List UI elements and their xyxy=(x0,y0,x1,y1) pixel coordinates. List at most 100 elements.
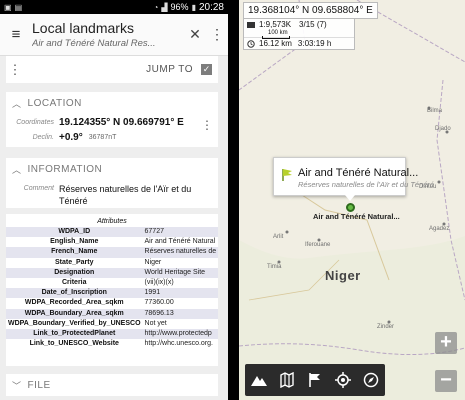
flag-icon xyxy=(281,168,293,187)
attribute-key: Link_to_UNESCO_Website xyxy=(6,339,143,350)
attribute-value: 77360.00 xyxy=(142,298,218,309)
place-label: Bilma xyxy=(427,108,443,114)
landmark-popup[interactable]: Air and Ténéré Natural... Réserves natur… xyxy=(273,157,434,196)
attribute-value: 78696.13 xyxy=(142,308,218,319)
declination-label: Declin. xyxy=(32,133,54,141)
table-row: Date_of_Inscription 1991 xyxy=(6,288,218,299)
file-header[interactable]: ﹀ FILE xyxy=(6,374,218,396)
popup-pointer xyxy=(345,195,355,201)
attribute-value: Réserves naturelles de xyxy=(142,247,218,258)
information-header[interactable]: ︿ INFORMATION xyxy=(6,158,218,180)
toolbar: ≡ Local landmarks Air and Ténéré Natural… xyxy=(0,14,228,56)
comment-value: Réserves naturelles de l'Aïr et du Ténér… xyxy=(59,184,192,206)
map-info-box[interactable]: 1:9,573K 3/15 (7) 100 km 16.12 km 3:03:1… xyxy=(243,18,355,50)
attribute-key: State_Party xyxy=(6,257,143,268)
overflow-menu-icon[interactable]: ⋮ xyxy=(201,118,213,132)
status-bar: ▣ ▤ ◔ ▟ 96% ▮ 20:28 xyxy=(0,0,228,14)
overflow-menu-icon[interactable]: ⋮ xyxy=(206,26,228,43)
close-icon[interactable]: ✕ xyxy=(184,26,206,43)
attribute-value: http://www.protectedp xyxy=(142,328,218,340)
table-row: State_Party Niger xyxy=(6,257,218,268)
table-row: English_Name Air and Ténéré Natural xyxy=(6,237,218,248)
attribute-key: French_Name xyxy=(6,247,143,258)
page-title: Local landmarks xyxy=(32,20,134,36)
place-label: Agadez xyxy=(429,226,450,232)
marker-label: Air and Ténéré Natural... xyxy=(313,212,400,221)
place-label: Zinder xyxy=(377,324,395,330)
file-header-label: FILE xyxy=(27,379,51,391)
location-header[interactable]: ︿ LOCATION xyxy=(6,92,218,114)
attribute-key: Criteria xyxy=(6,277,143,289)
map-coordinates[interactable]: 19.368104° N 09.658804° E xyxy=(243,2,378,19)
attribute-value: World Heritage Site xyxy=(142,267,218,278)
map-toolbar xyxy=(245,364,385,396)
declination-value: +0.9° xyxy=(59,131,83,143)
mountain-icon[interactable] xyxy=(248,369,270,391)
popup-subtitle: Réserves naturelles de l'Aïr et du Ténér… xyxy=(298,180,435,189)
app-screen: ▣ ▤ ◔ ▟ 96% ▮ 20:28 ≡ Local landmarks Ai… xyxy=(0,0,465,400)
place-label: Timia xyxy=(267,264,282,270)
place-label: Djado xyxy=(435,126,451,132)
information-section: ︿ INFORMATION Comment Réserves naturelle… xyxy=(6,158,218,208)
location-section: ︿ LOCATION Coordinates 19.124355° N 09.6… xyxy=(6,92,218,147)
page-count: 3/15 (7) xyxy=(299,20,327,29)
table-row: WDPA_ID 67727 xyxy=(6,227,218,238)
attribute-value: 1991 xyxy=(142,288,218,299)
clock: 20:28 xyxy=(198,1,224,13)
distance-value: 16.12 km xyxy=(259,39,292,48)
attribute-value: Niger xyxy=(142,257,218,268)
battery-icon: ▮ xyxy=(191,2,196,12)
coordinates-value: 19.124355° N 09.669791° E xyxy=(59,116,184,128)
attribute-value: (vii)(ix)(x) xyxy=(142,277,218,289)
chevron-up-icon: ︿ xyxy=(12,164,22,175)
attribute-value: Not yet xyxy=(142,318,218,329)
location-header-label: LOCATION xyxy=(27,97,82,109)
jump-to-row: ⋮ JUMP TO ✓ xyxy=(6,56,218,83)
country-label: Niger xyxy=(325,268,361,283)
attribute-key: English_Name xyxy=(6,237,143,248)
signal-icon: ▟ xyxy=(161,2,168,12)
details-pane: ▣ ▤ ◔ ▟ 96% ▮ 20:28 ≡ Local landmarks Ai… xyxy=(0,0,228,400)
attribute-key: WDPA_Boundary_Verified_by_UNESCO xyxy=(6,318,143,329)
file-section: ﹀ FILE xyxy=(6,374,218,396)
zoom-out-button[interactable]: − xyxy=(435,370,457,392)
notification-icon: ▣ xyxy=(4,2,12,12)
my-location-icon[interactable] xyxy=(332,369,354,391)
attribute-key: WDPA_Recorded_Area_sqkm xyxy=(6,298,143,309)
popup-title: Air and Ténéré Natural... xyxy=(298,167,419,179)
attribute-value: Air and Ténéré Natural xyxy=(142,237,218,248)
flag-icon[interactable] xyxy=(304,369,326,391)
jump-to-label[interactable]: JUMP TO xyxy=(24,64,201,75)
notification-icon: ▤ xyxy=(14,2,23,12)
table-row: Link_to_ProtectedPlanet http://www.protec… xyxy=(6,328,218,340)
map-icon xyxy=(247,21,255,29)
attributes-caption: Attributes xyxy=(97,218,127,225)
overflow-menu-icon[interactable]: ⋮ xyxy=(6,62,24,78)
place-label: Iferouane xyxy=(305,242,331,248)
place-label: Arlit xyxy=(273,234,284,240)
attribute-key: Designation xyxy=(6,267,143,278)
map-view[interactable]: Djado Bilma Dirkou Agadez Arlit Iferouan… xyxy=(239,0,465,400)
coordinates-label: Coordinates xyxy=(16,118,54,126)
attribute-key: Date_of_Inscription xyxy=(6,288,143,299)
compass-icon[interactable] xyxy=(360,369,382,391)
battery-level: 96% xyxy=(170,2,189,12)
attribute-key: WDPA_ID xyxy=(6,227,143,238)
table-row: Designation World Heritage Site xyxy=(6,267,218,278)
page-subtitle: Air and Ténéré Natural Res... xyxy=(32,38,156,49)
table-row: Criteria (vii)(ix)(x) xyxy=(6,277,218,289)
attribute-key: Link_to_ProtectedPlanet xyxy=(6,328,143,340)
menu-icon[interactable]: ≡ xyxy=(0,26,32,43)
folded-map-icon[interactable] xyxy=(276,369,298,391)
attribute-value: 67727 xyxy=(142,227,218,238)
landmark-marker[interactable] xyxy=(346,203,355,212)
table-row: Link_to_UNESCO_Website http://whc.unesco.… xyxy=(6,339,218,350)
magnetic-field-value: 36787nT xyxy=(88,133,117,141)
attribute-key: WDPA_Boundary_Area_sqkm xyxy=(6,308,143,319)
comment-label: Comment xyxy=(23,185,54,192)
zoom-in-button[interactable]: + xyxy=(435,332,457,354)
scale-ratio: 1:9,573K xyxy=(259,20,292,29)
information-header-label: INFORMATION xyxy=(27,163,103,175)
jump-to-checkbox[interactable]: ✓ xyxy=(201,64,212,75)
clock-icon xyxy=(247,39,255,48)
